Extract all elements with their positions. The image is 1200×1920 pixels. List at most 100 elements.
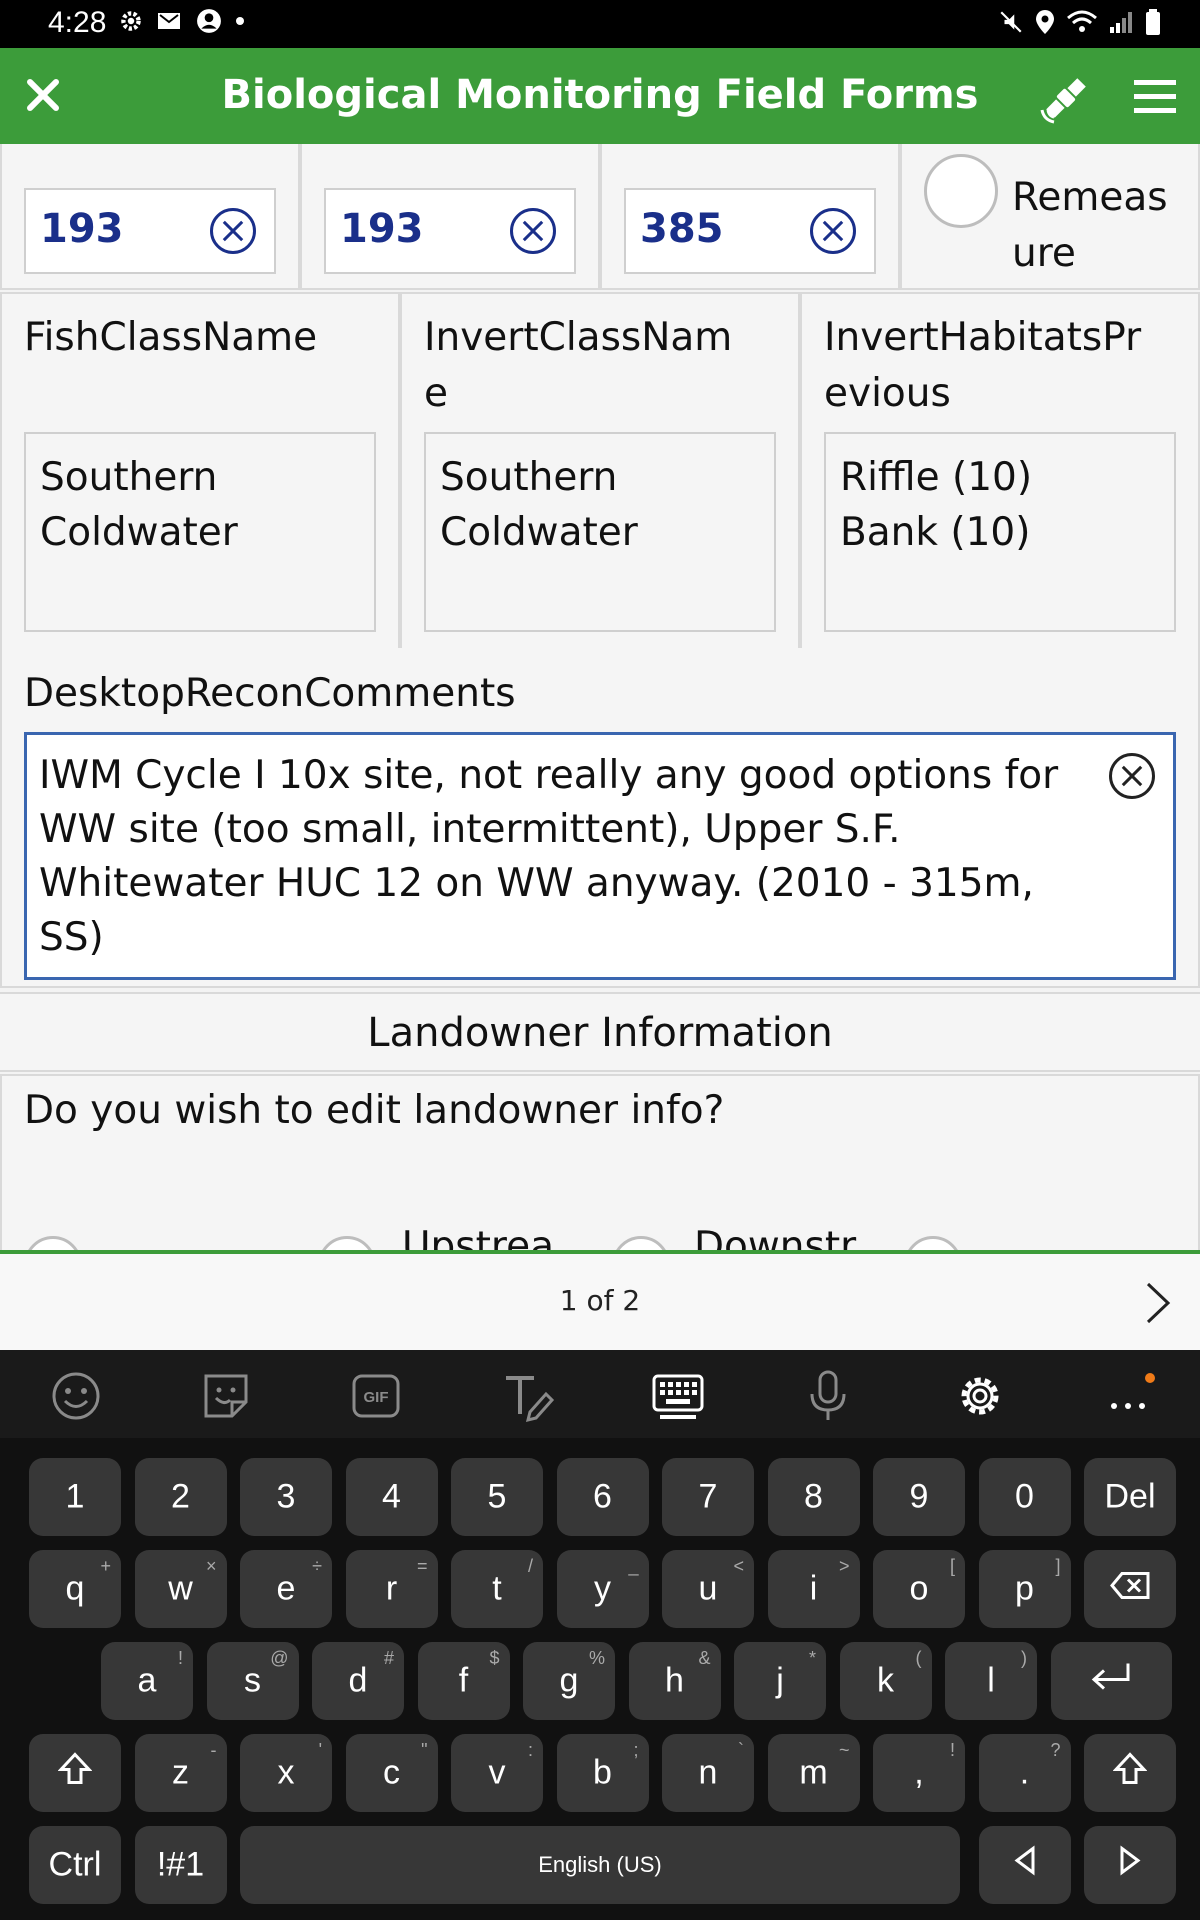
more-options-icon[interactable] (1100, 1368, 1156, 1424)
backspace-icon (1110, 1572, 1150, 1599)
number-input-3[interactable]: 385 (624, 188, 876, 274)
backspace-key[interactable] (1084, 1550, 1176, 1628)
shift-key-right[interactable] (1084, 1734, 1176, 1812)
key-h[interactable]: & h (628, 1642, 721, 1720)
fish-class-value-box: Southern Coldwater (24, 432, 376, 632)
key-2[interactable]: 2 (134, 1458, 227, 1536)
key-label: 6 (593, 1477, 612, 1516)
key-1[interactable]: 1 (29, 1458, 121, 1536)
battery-icon (1146, 9, 1160, 35)
key-3[interactable]: 3 (240, 1458, 332, 1536)
key-label (1084, 1845, 1176, 1885)
key-a[interactable]: ! a (101, 1642, 193, 1720)
key-label: 0 (1015, 1477, 1034, 1516)
gps-satellite-icon[interactable] (1036, 68, 1096, 128)
cursor-right-key[interactable] (1084, 1826, 1176, 1904)
remeasure-radio[interactable] (924, 154, 998, 228)
key-5[interactable]: 5 (451, 1458, 543, 1536)
comments-textarea[interactable]: IWM Cycle I 10x site, not really any goo… (24, 732, 1176, 980)
key-.[interactable]: ?. (978, 1734, 1071, 1812)
clear-input-icon[interactable] (810, 208, 856, 254)
number-input-1[interactable]: 193 (24, 188, 276, 274)
key-label: , (914, 1753, 924, 1792)
text-edit-icon[interactable] (500, 1368, 556, 1424)
chevron-right-icon[interactable] (1140, 1280, 1176, 1326)
key-label: p (1015, 1569, 1034, 1608)
microphone-icon[interactable] (800, 1368, 856, 1424)
keyboard-icon[interactable] (650, 1368, 706, 1424)
clear-comments-icon[interactable] (1109, 753, 1155, 799)
on-screen-keyboard: GIF 1 2 3 4 5 6 7 8 9 0 Del + q × w ÷ e = r / t _ y < u > i[o] p ! a @… (0, 1350, 1200, 1920)
key-4[interactable]: 4 (345, 1458, 438, 1536)
shift-icon (1112, 1752, 1148, 1784)
key-9[interactable]: 9 (873, 1458, 965, 1536)
symbols-key[interactable]: !#1 (134, 1826, 227, 1904)
account-icon (197, 9, 221, 33)
key-y[interactable]: _ y (556, 1550, 649, 1628)
shift-key-left[interactable] (29, 1734, 121, 1812)
key-6[interactable]: 6 (556, 1458, 649, 1536)
key-r[interactable]: = r (345, 1550, 438, 1628)
key-8[interactable]: 8 (767, 1458, 860, 1536)
key-label: c (383, 1753, 400, 1792)
settings-icon[interactable] (952, 1368, 1008, 1424)
key-label: s (244, 1661, 261, 1700)
key-f[interactable]: $ f (417, 1642, 510, 1720)
landowner-option-upstream[interactable]: Upstrea (402, 1224, 554, 1250)
invert-habitats-label-line2: evious (824, 371, 951, 416)
ctrl-key[interactable]: Ctrl (29, 1826, 121, 1904)
invert-habitats-value-box: Riffle (10) Bank (10) (824, 432, 1176, 632)
enter-key[interactable] (1050, 1642, 1172, 1720)
invert-class-label-line1: InvertClassNam (424, 315, 733, 360)
key-j[interactable]: * j (734, 1642, 826, 1720)
key-v[interactable]: :v (451, 1734, 543, 1812)
key-label: w (168, 1569, 193, 1608)
key-z[interactable]: -z (134, 1734, 227, 1812)
gif-icon[interactable]: GIF (348, 1368, 404, 1424)
delete-key[interactable]: Del (1084, 1458, 1176, 1536)
clear-input-icon[interactable] (510, 208, 556, 254)
key-c[interactable]: " c (345, 1734, 438, 1812)
number-value: 193 (40, 206, 124, 252)
key-n[interactable]: ` n (662, 1734, 754, 1812)
key-7[interactable]: 7 (662, 1458, 754, 1536)
key-l[interactable]: ) l (945, 1642, 1037, 1720)
key-g[interactable]: % g (523, 1642, 615, 1720)
space-key[interactable]: English (US) (240, 1826, 960, 1904)
key-p[interactable]: ] p (978, 1550, 1071, 1628)
key-label: j (776, 1661, 784, 1700)
key-s[interactable]: @ s (206, 1642, 299, 1720)
form-content[interactable]: 193 193 385 Remeas ure FishClassName Sou… (0, 144, 1200, 1250)
hamburger-menu-icon[interactable] (1132, 76, 1178, 116)
clear-input-icon[interactable] (210, 208, 256, 254)
key-label: v (488, 1753, 506, 1792)
key-o[interactable]: [o (873, 1550, 965, 1628)
key-t[interactable]: / t (451, 1550, 543, 1628)
number-input-2[interactable]: 193 (324, 188, 576, 274)
key-q[interactable]: + q (29, 1550, 121, 1628)
landowner-option-downstream[interactable]: Downstr (694, 1224, 856, 1250)
emoji-icon[interactable] (48, 1368, 104, 1424)
remeasure-label: Remeas ure (1012, 175, 1168, 276)
key-,[interactable]: !, (873, 1734, 965, 1812)
key-m[interactable]: ~ m (767, 1734, 860, 1812)
status-icons-right (998, 8, 1162, 36)
key-k[interactable]: (k (839, 1642, 932, 1720)
key-w[interactable]: × w (134, 1550, 227, 1628)
cursor-left-key[interactable] (978, 1826, 1071, 1904)
key-b[interactable]: ; b (556, 1734, 649, 1812)
enter-icon (1092, 1663, 1130, 1690)
key-d[interactable]: # d (312, 1642, 404, 1720)
landowner-section-title[interactable]: Landowner Information (0, 992, 1200, 1072)
key-0[interactable]: 0 (978, 1458, 1071, 1536)
key-x[interactable]: ' x (240, 1734, 332, 1812)
sticker-icon[interactable] (198, 1368, 254, 1424)
shift-icon (57, 1752, 93, 1784)
key-e[interactable]: ÷ e (240, 1550, 332, 1628)
location-icon (1036, 10, 1054, 34)
key-label: b (593, 1753, 612, 1792)
key-label: u (698, 1569, 718, 1608)
key-u[interactable]: < u (662, 1550, 754, 1628)
key-label: m (799, 1753, 828, 1792)
key-i[interactable]: > i (767, 1550, 860, 1628)
